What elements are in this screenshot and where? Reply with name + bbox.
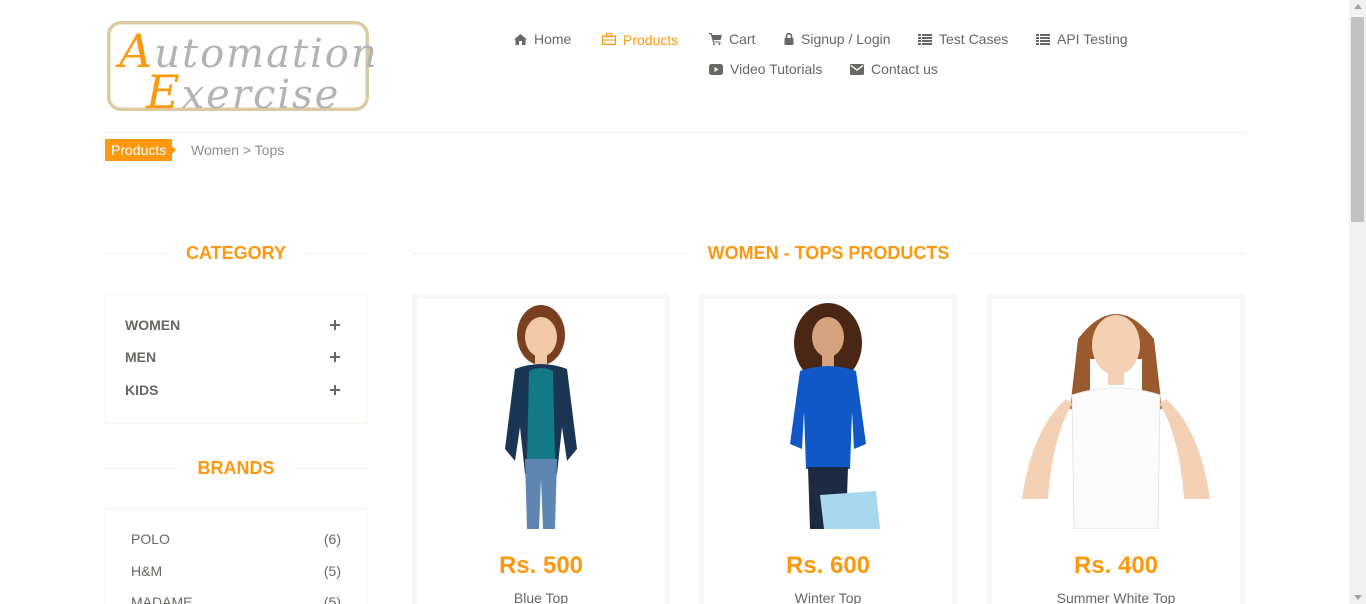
brand-count: (5) — [323, 563, 341, 579]
list-icon — [1036, 33, 1050, 45]
nav-test-cases-label: Test Cases — [939, 31, 1009, 47]
youtube-icon — [709, 63, 723, 75]
category-panel: WOMEN MEN KIDS — [105, 294, 367, 424]
category-men[interactable]: MEN — [125, 349, 340, 365]
nav-api-testing-label: API Testing — [1057, 31, 1128, 47]
nav-signup-login-label: Signup / Login — [801, 31, 891, 47]
breadcrumb-products[interactable]: Products — [105, 139, 177, 161]
breadcrumb-current: Women > Tops — [191, 142, 285, 158]
nav-signup-login[interactable]: Signup / Login — [784, 31, 891, 47]
logo-line-2: Exercise — [146, 65, 341, 119]
nav-home-label: Home — [534, 31, 572, 47]
brand-name: MADAME — [131, 594, 193, 604]
product-photo-blue-top — [505, 305, 577, 529]
category-title: Category — [186, 243, 287, 263]
nav-contact-us[interactable]: Contact us — [850, 61, 938, 77]
category-heading: Category — [105, 243, 368, 264]
category-kids-label: KIDS — [125, 382, 159, 398]
brand-count: (6) — [323, 531, 341, 547]
home-icon — [514, 33, 527, 45]
brands-panel: POLO (6) H&M (5) MADAME (5) — [105, 508, 367, 604]
product-name: Summer White Top — [1056, 590, 1176, 604]
scroll-up-icon[interactable] — [1354, 4, 1362, 9]
product-price: Rs. 500 — [498, 552, 584, 579]
brand-madame[interactable]: MADAME (5) — [131, 594, 341, 604]
brand-count: (5) — [323, 594, 341, 604]
cart-icon — [709, 33, 722, 45]
category-men-label: MEN — [125, 349, 157, 365]
product-image — [417, 299, 665, 529]
category-women[interactable]: WOMEN — [125, 317, 340, 333]
product-photo-summer-white-top — [1022, 314, 1210, 529]
brand-name: POLO — [131, 531, 170, 547]
products-title: Women - Tops Products — [707, 243, 950, 263]
product-price: Rs. 400 — [1073, 552, 1159, 579]
category-women-label: WOMEN — [125, 317, 181, 333]
plus-icon[interactable] — [330, 320, 340, 330]
brand-name: H&M — [131, 563, 163, 579]
nav-cart[interactable]: Cart — [709, 31, 755, 47]
nav-cart-label: Cart — [729, 31, 756, 47]
brands-heading: Brands — [105, 458, 368, 479]
nav-products[interactable]: Products — [602, 31, 679, 48]
product-price: Rs. 600 — [785, 552, 871, 579]
brand-hm[interactable]: H&M (5) — [131, 563, 341, 579]
product-card: Rs. 600 Winter Top — [699, 294, 957, 604]
nav-video-tutorials[interactable]: Video Tutorials — [709, 61, 822, 77]
nav-home[interactable]: Home — [514, 31, 571, 47]
scroll-thumb[interactable] — [1351, 17, 1364, 222]
nav-test-cases[interactable]: Test Cases — [918, 31, 1008, 47]
product-image — [992, 299, 1240, 529]
plus-icon[interactable] — [330, 352, 340, 362]
category-kids[interactable]: KIDS — [125, 382, 340, 398]
product-card: Rs. 500 Blue Top — [412, 294, 670, 604]
page-scrollbar[interactable] — [1349, 0, 1366, 604]
nav-products-label: Products — [623, 32, 679, 48]
product-photo-winter-top — [790, 303, 880, 529]
brands-title: Brands — [197, 458, 275, 478]
product-card: Rs. 400 Summer White Top — [987, 294, 1245, 604]
header-divider — [105, 132, 1245, 133]
site-logo[interactable]: Automation Exercise — [107, 21, 377, 119]
brand-polo[interactable]: POLO (6) — [131, 531, 341, 547]
nav-video-tutorials-label: Video Tutorials — [730, 61, 823, 77]
product-name: Winter Top — [794, 590, 862, 604]
briefcase-icon — [602, 33, 616, 45]
product-image — [704, 299, 952, 529]
nav-contact-us-label: Contact us — [871, 61, 938, 77]
list-icon — [918, 33, 932, 45]
product-name: Blue Top — [513, 590, 569, 604]
plus-icon[interactable] — [330, 385, 340, 395]
lock-icon — [784, 33, 794, 45]
nav-api-testing[interactable]: API Testing — [1036, 31, 1128, 47]
products-heading: Women - Tops Products — [412, 243, 1245, 264]
scroll-down-icon[interactable] — [1354, 595, 1362, 600]
envelope-icon — [850, 63, 864, 75]
